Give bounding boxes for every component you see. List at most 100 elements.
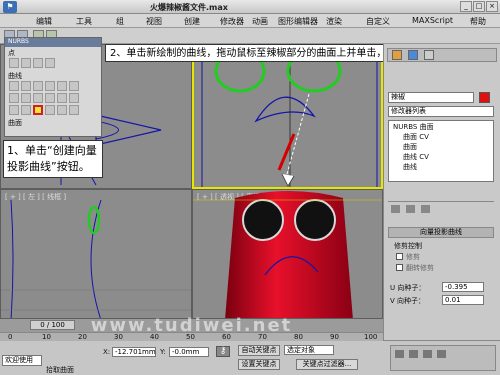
v-seed-input[interactable]: 0.01 (442, 295, 484, 305)
create-tab-icon[interactable] (392, 50, 402, 60)
tick-0: 0 (8, 333, 13, 341)
rollout-title[interactable]: 向量投影曲线 (388, 227, 494, 238)
stack-item-curve[interactable]: 曲线 (403, 162, 417, 172)
u-seed-input[interactable]: -0.395 (442, 282, 484, 292)
menu-rendering[interactable]: 渲染 (326, 16, 342, 27)
zoom-all-icon[interactable] (409, 350, 418, 358)
track-bar[interactable]: 0 10 20 30 40 50 60 70 80 90 100 (0, 332, 383, 341)
menu-create[interactable]: 创建 (184, 16, 200, 27)
panel-tab-bar (387, 48, 497, 62)
toolbox-title: NURBS (8, 38, 29, 45)
close-button[interactable]: × (486, 1, 498, 12)
menu-maxscript[interactable]: MAXScript (412, 16, 453, 25)
surface-offset-curve-icon[interactable] (57, 105, 67, 115)
curve-point-icon[interactable] (33, 58, 43, 68)
command-panel: 辣椒 修改器列表 NURBS 曲面 曲面 CV 曲面 曲线 CV 曲线 向量投影… (383, 44, 500, 344)
stack-item-nurbs-surface[interactable]: NURBS 曲面 (393, 122, 434, 132)
bottom-bar: 0 / 100 0 10 20 30 40 50 60 70 80 90 100… (0, 320, 500, 375)
point-curve-icon[interactable] (21, 81, 31, 91)
selected-dropdown[interactable]: 选定对象 (284, 345, 334, 355)
trim-checkbox[interactable] (396, 253, 403, 260)
tick-100: 100 (364, 333, 378, 341)
zoom-icon[interactable] (395, 350, 404, 358)
mirror-curve-icon[interactable] (9, 93, 19, 103)
window-title: 火爆辣椒酱文件.max (150, 3, 228, 12)
pan-icon[interactable] (423, 350, 432, 358)
menu-bar: 编辑 工具 组 视图 创建 修改器 动画 图形编辑器 渲染 自定义 MAXScr… (0, 14, 500, 28)
viewport-perspective[interactable]: [ + ] [ 透视 ] [ 平滑 + 高光 ] (192, 189, 383, 319)
section-curves-label: 曲线 (8, 72, 22, 80)
key-filters-button[interactable]: 关键点过滤器... (296, 359, 358, 370)
object-name-field[interactable]: 辣椒 (388, 92, 474, 103)
y-coord-label: Y: (160, 348, 166, 356)
window-controls: _ □ × (459, 1, 498, 12)
stack-item-surface-cv[interactable]: 曲面 CV (403, 132, 429, 142)
tick-50: 50 (186, 333, 195, 341)
cv-curve-icon[interactable] (9, 81, 19, 91)
orbit-icon[interactable] (437, 350, 446, 358)
offset-curve-icon[interactable] (69, 81, 79, 91)
offset-point-icon[interactable] (21, 58, 31, 68)
key-icon[interactable]: ⚷ (216, 346, 230, 357)
tick-10: 10 (42, 333, 51, 341)
x-coord-label: X: (103, 348, 111, 356)
nav-controls (390, 345, 496, 371)
show-end-result-icon[interactable] (406, 205, 415, 213)
chamfer-curve-icon[interactable] (21, 93, 31, 103)
step1-callout: 1、单击“创建向量投影曲线”按钮。 (3, 140, 103, 178)
fit-curve-icon[interactable] (33, 81, 43, 91)
tick-40: 40 (150, 333, 159, 341)
trim-checkbox-label: 修剪 (406, 253, 420, 261)
viewport-left[interactable]: [ + ] [ 左 ] [ 线框 ] (0, 189, 192, 319)
menu-group[interactable]: 组 (116, 16, 124, 27)
menu-view[interactable]: 视图 (146, 16, 162, 27)
title-bar: ⚑ 火爆辣椒酱文件.max _ □ × (0, 0, 500, 14)
maximize-button[interactable]: □ (473, 1, 485, 12)
surf-point-icon[interactable] (45, 58, 55, 68)
minimize-button[interactable]: _ (460, 1, 472, 12)
vector-projected-curve-icon[interactable] (33, 105, 43, 115)
normal-projected-curve-icon[interactable] (9, 105, 19, 115)
x-coord-field[interactable]: -12.701mm (112, 347, 156, 357)
modifier-list-dropdown[interactable]: 修改器列表 (388, 106, 494, 117)
modify-tab-icon[interactable] (408, 50, 418, 60)
menu-tools[interactable]: 工具 (76, 16, 92, 27)
surface-cv-curve-icon[interactable] (21, 105, 31, 115)
section-surfaces-label: 曲面 (8, 119, 22, 127)
object-color-swatch[interactable] (479, 92, 490, 103)
u-iso-curve-icon[interactable] (57, 93, 67, 103)
menu-animation[interactable]: 动画 (252, 16, 268, 27)
menu-help[interactable]: 帮助 (470, 16, 486, 27)
y-coord-field[interactable]: -0.0mm (169, 347, 209, 357)
pin-stack-icon[interactable] (391, 205, 400, 213)
viewport-front[interactable] (192, 44, 383, 189)
hierarchy-tab-icon[interactable] (424, 50, 434, 60)
surface-edge-curve-icon[interactable] (45, 105, 55, 115)
tick-20: 20 (78, 333, 87, 341)
auto-key-button[interactable]: 自动关键点 (238, 345, 280, 356)
cv-curve-on-surface-icon[interactable] (69, 105, 79, 115)
menu-customize[interactable]: 自定义 (366, 16, 390, 27)
set-key-button[interactable]: 设置关键点 (238, 359, 280, 370)
stack-item-surface[interactable]: 曲面 (403, 142, 417, 152)
v-iso-curve-icon[interactable] (69, 93, 79, 103)
menu-edit[interactable]: 编辑 (36, 16, 52, 27)
menu-graph-editors[interactable]: 图形编辑器 (278, 16, 318, 27)
make-unique-icon[interactable] (421, 205, 430, 213)
viewport-perspective-canvas (193, 191, 382, 318)
menu-modifiers[interactable]: 修改器 (220, 16, 244, 27)
maxscript-listener[interactable]: 欢迎使用 (2, 355, 42, 366)
fillet-curve-icon[interactable] (33, 93, 43, 103)
time-slider[interactable]: 0 / 100 (30, 320, 75, 330)
v-seed-label: V 向种子： (390, 297, 426, 305)
blend-curve-icon[interactable] (57, 81, 67, 91)
point-tool-icon[interactable] (9, 58, 19, 68)
toolbox-titlebar[interactable]: NURBS (5, 38, 101, 47)
u-seed-label: U 向种子： (390, 284, 426, 292)
flip-trim-checkbox[interactable] (396, 264, 403, 271)
trim-group-label: 修剪控制 (394, 242, 422, 250)
transform-curve-icon[interactable] (45, 81, 55, 91)
app-logo-icon[interactable]: ⚑ (3, 1, 17, 13)
stack-item-curve-cv[interactable]: 曲线 CV (403, 152, 429, 162)
surface-intersect-curve-icon[interactable] (45, 93, 55, 103)
